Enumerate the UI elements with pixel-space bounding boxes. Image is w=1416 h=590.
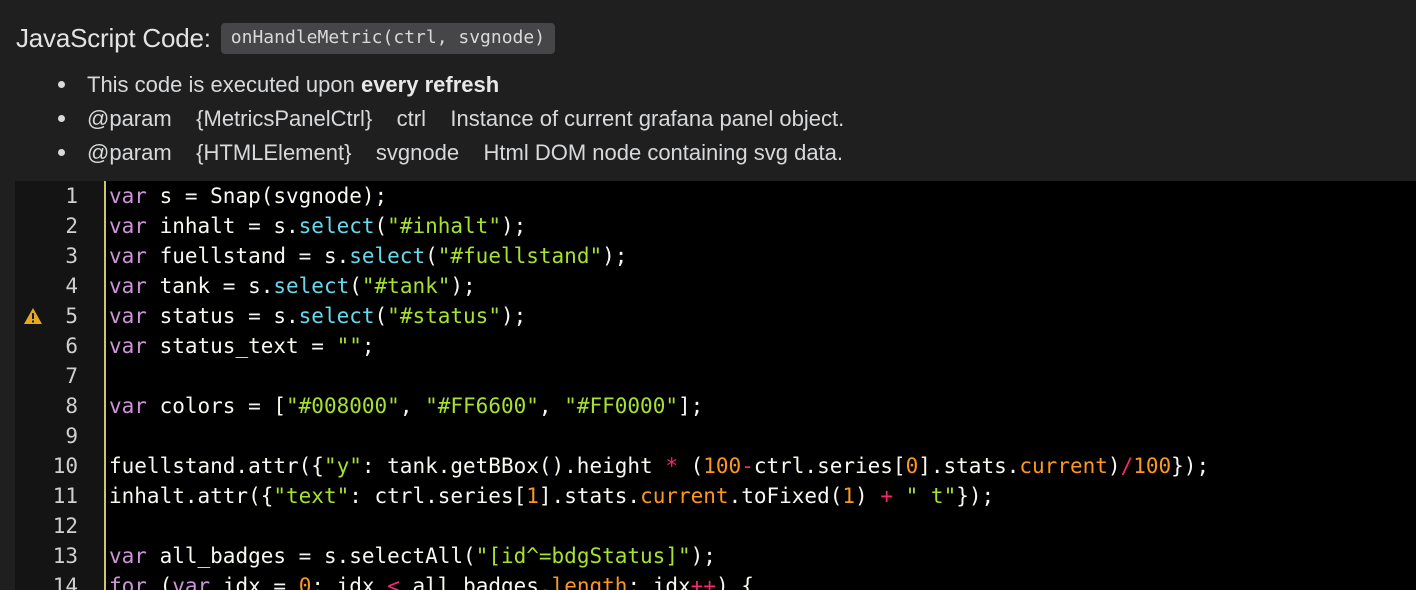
code-text: fuellstand.attr({"y": tank.getBBox().hei… (109, 454, 1210, 478)
code-text: var status = s.select("#status"); (109, 304, 527, 328)
info-text: @param {MetricsPanelCtrl} ctrl Instance … (87, 106, 845, 131)
code-line[interactable]: 1 var s = Snap(svgnode); (15, 181, 1416, 211)
code-line[interactable]: 13 var all_badges = s.selectAll("[id^=bdg… (15, 541, 1416, 571)
code-section-header: JavaScript Code: onHandleMetric(ctrl, sv… (16, 20, 556, 56)
line-number: 3 (65, 244, 78, 268)
code-line[interactable]: 12 (15, 511, 1416, 541)
line-number: 12 (52, 514, 78, 538)
code-text: inhalt.attr({"text": ctrl.series[1].stat… (109, 484, 995, 508)
function-signature-chip: onHandleMetric(ctrl, svgnode) (220, 22, 556, 54)
line-number: 1 (65, 184, 78, 208)
warning-icon[interactable] (23, 307, 43, 325)
code-line[interactable]: 5 var status = s.select("#status"); (15, 301, 1416, 331)
code-line[interactable]: 4 var tank = s.select("#tank"); (15, 271, 1416, 301)
code-text: var colors = ["#008000", "#FF6600", "#FF… (109, 394, 704, 418)
line-number: 6 (65, 334, 78, 358)
line-number: 7 (65, 364, 78, 388)
info-item-param-ctrl: @param {MetricsPanelCtrl} ctrl Instance … (56, 102, 844, 136)
line-number: 10 (52, 454, 78, 478)
code-line[interactable]: 6 var status_text = ""; (15, 331, 1416, 361)
info-item-refresh: This code is executed upon every refresh (56, 68, 844, 102)
line-number: 13 (52, 544, 78, 568)
line-number: 2 (65, 214, 78, 238)
code-line[interactable]: 8 var colors = ["#008000", "#FF6600", "#F… (15, 391, 1416, 421)
info-text: @param {HTMLElement} svgnode Html DOM no… (87, 140, 844, 165)
line-number: 11 (52, 484, 78, 508)
code-text: var inhalt = s.select("#inhalt"); (109, 214, 527, 238)
code-text: var fuellstand = s.select("#fuellstand")… (109, 244, 628, 268)
info-list: This code is executed upon every refresh… (56, 68, 844, 170)
code-line[interactable]: 3 var fuellstand = s.select("#fuellstand"… (15, 241, 1416, 271)
code-text: var status_text = ""; (109, 334, 375, 358)
code-line[interactable]: 14▾for (var idx = 0; idx < all_badges.le… (15, 571, 1416, 590)
code-text: var all_badges = s.selectAll("[id^=bdgSt… (109, 544, 716, 568)
code-line[interactable]: 2 var inhalt = s.select("#inhalt"); (15, 211, 1416, 241)
code-line[interactable]: 7 (15, 361, 1416, 391)
line-number: 9 (65, 424, 78, 448)
code-text: var tank = s.select("#tank"); (109, 274, 476, 298)
code-editor[interactable]: 1 var s = Snap(svgnode); 2 var inhalt = s.s… (15, 181, 1416, 590)
section-title: JavaScript Code: (16, 22, 211, 53)
code-text: for (var idx = 0; idx < all_badges.lengt… (109, 574, 754, 590)
bullet-icon (58, 149, 65, 156)
line-number: 8 (65, 394, 78, 418)
info-item-param-svgnode: @param {HTMLElement} svgnode Html DOM no… (56, 136, 844, 170)
code-line[interactable]: 9 (15, 421, 1416, 451)
code-line[interactable]: 10 fuellstand.attr({"y": tank.getBBox().h… (15, 451, 1416, 481)
bullet-icon (58, 115, 65, 122)
line-number: 4 (65, 274, 78, 298)
code-text: var s = Snap(svgnode); (109, 184, 388, 208)
info-text: This code is executed upon (87, 72, 361, 97)
line-number: 14 (52, 574, 78, 590)
bullet-icon (58, 81, 65, 88)
info-bold-text: every refresh (360, 72, 500, 97)
code-line[interactable]: 11 inhalt.attr({"text": ctrl.series[1].st… (15, 481, 1416, 511)
